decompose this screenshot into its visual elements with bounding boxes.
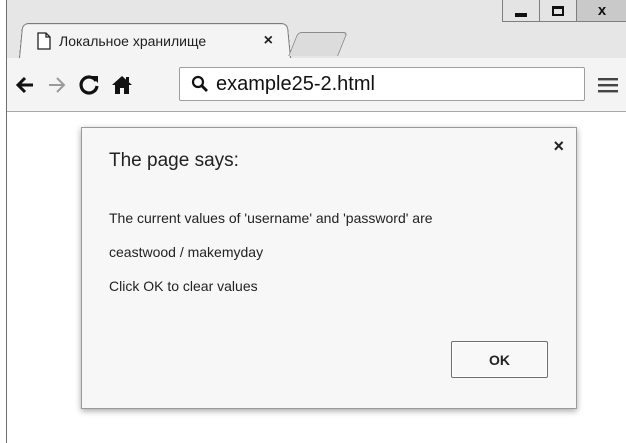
tab-close-icon[interactable]: × — [264, 32, 273, 50]
hamburger-menu-icon[interactable] — [597, 75, 619, 95]
dialog-message-line: ceastwood / makemyday — [109, 244, 264, 260]
maximize-button[interactable] — [539, 0, 577, 22]
window-close-button[interactable]: x — [576, 0, 626, 22]
tab-local-storage[interactable]: Локальное хранилище × — [27, 26, 287, 56]
reload-icon[interactable] — [77, 73, 101, 97]
minimize-button[interactable] — [502, 0, 540, 22]
tab-title: Локальное хранилище — [59, 33, 207, 49]
dialog-message-line: The current values of 'username' and 'pa… — [109, 210, 433, 226]
home-icon[interactable] — [110, 73, 134, 97]
browser-window: Локальное хранилище × x example25-2.html… — [6, 0, 626, 443]
maximize-icon — [552, 5, 564, 16]
search-icon — [191, 75, 208, 92]
dialog-message-line: Click OK to clear values — [109, 278, 258, 294]
window-controls: x — [502, 0, 626, 22]
address-bar[interactable]: example25-2.html — [179, 67, 585, 101]
back-arrow-icon[interactable] — [13, 73, 37, 97]
forward-arrow-icon[interactable] — [45, 73, 69, 97]
browser-toolbar: example25-2.html — [7, 58, 626, 112]
page-icon — [37, 32, 51, 50]
ok-button[interactable]: OK — [451, 341, 548, 378]
dialog-close-icon[interactable]: × — [553, 136, 564, 157]
url-text: example25-2.html — [216, 72, 375, 95]
window-close-icon: x — [597, 2, 607, 19]
tab-strip: Локальное хранилище × x — [7, 0, 626, 58]
new-tab-button[interactable] — [288, 32, 348, 56]
dialog-title: The page says: — [109, 150, 239, 171]
alert-dialog: × The page says: The current values of '… — [81, 127, 577, 409]
minimize-icon — [515, 12, 527, 17]
